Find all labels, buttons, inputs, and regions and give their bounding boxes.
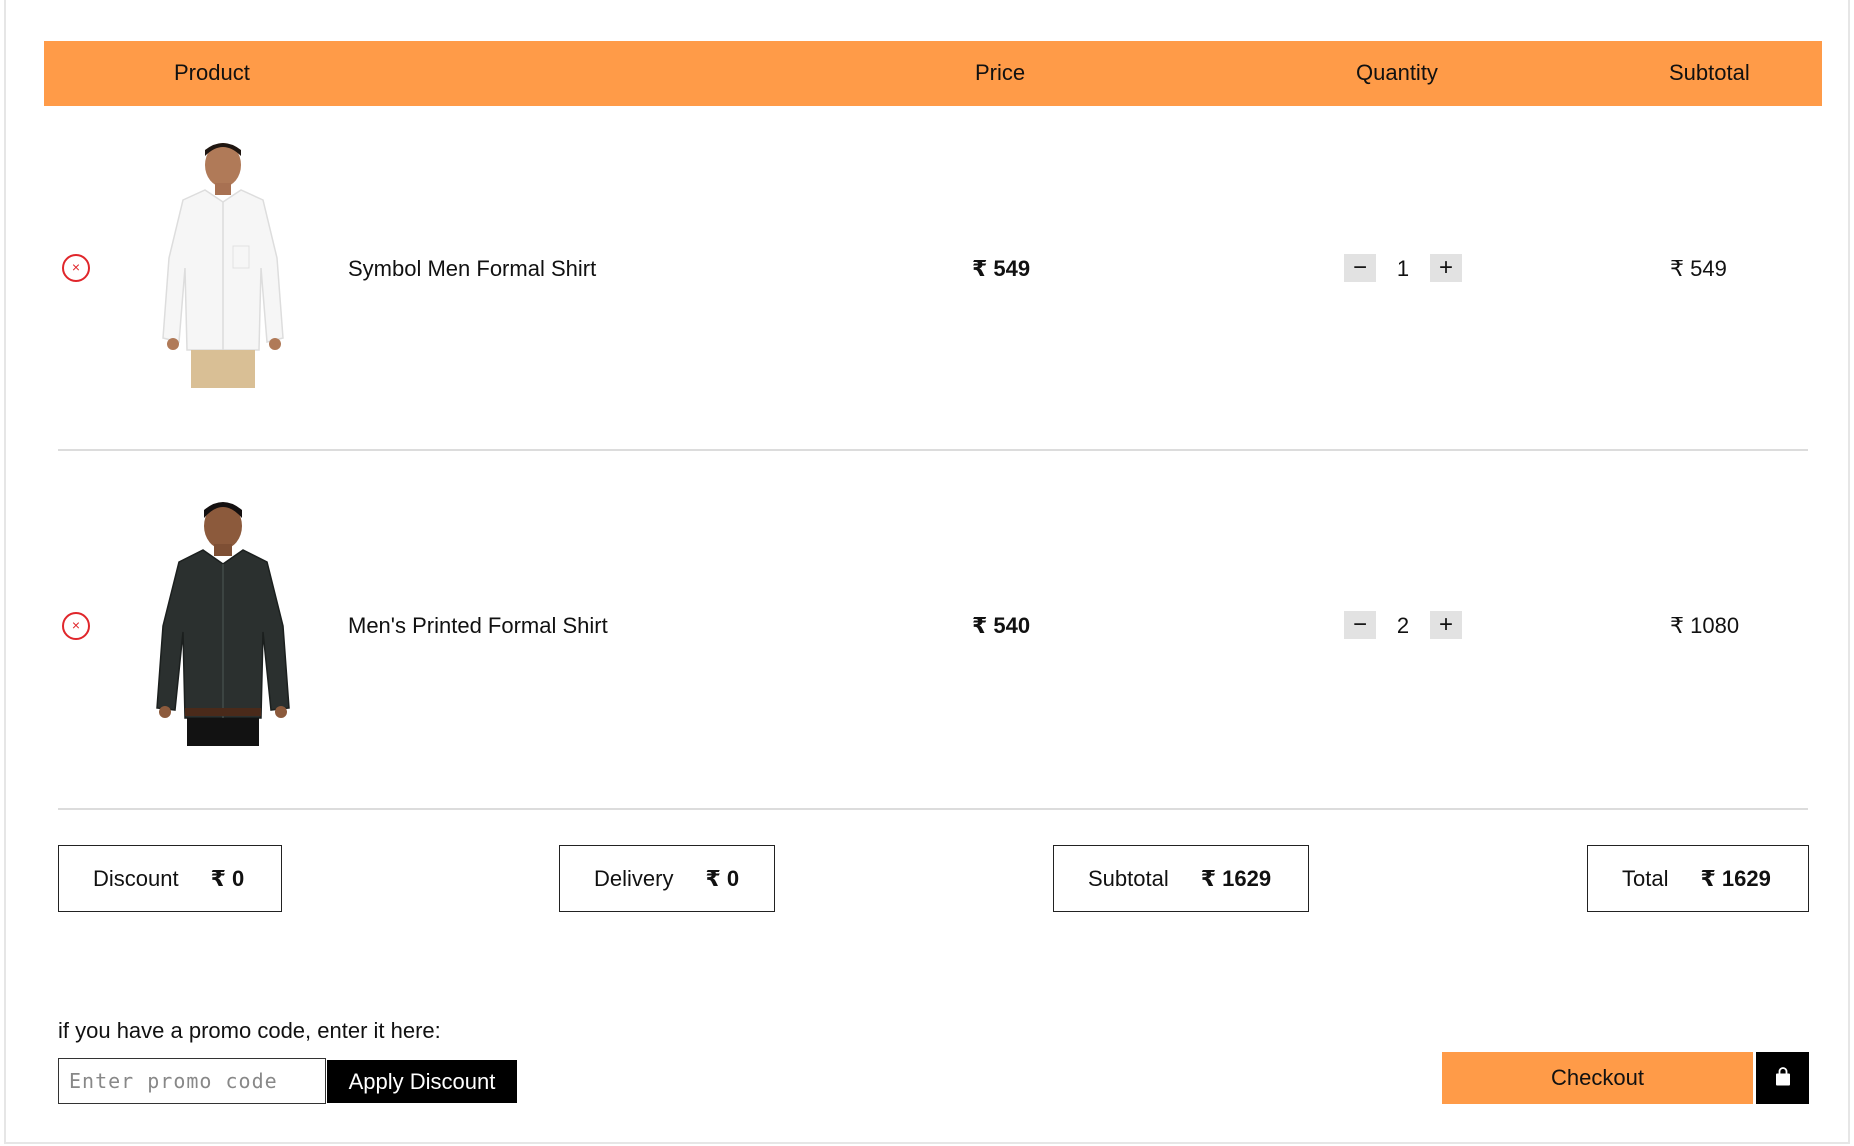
delivery-summary: Delivery ₹ 0 — [559, 845, 775, 912]
checkout-button[interactable]: Checkout — [1442, 1052, 1753, 1104]
delivery-label: Delivery — [594, 865, 674, 891]
total-summary: Total ₹ 1629 — [1587, 845, 1809, 912]
subtotal-value: ₹ 1629 — [1200, 865, 1272, 891]
total-value: ₹ 1629 — [1700, 865, 1771, 891]
remove-item-button[interactable]: × — [62, 612, 90, 640]
header-subtotal: Subtotal — [1669, 60, 1750, 85]
decrease-quantity-button[interactable]: − — [1344, 254, 1376, 282]
item-subtotal: ₹ 1080 — [1670, 613, 1740, 638]
discount-label: Discount — [93, 865, 179, 891]
cart-row: × Symbol Men Formal Shirt ₹ 549 − 1 + ₹ … — [58, 106, 1808, 464]
increase-quantity-button[interactable]: + — [1430, 611, 1462, 639]
header-quantity: Quantity — [1356, 60, 1438, 85]
quantity-value: 2 — [1396, 613, 1410, 638]
quantity-stepper: − 2 + — [1344, 611, 1474, 641]
discount-value: ₹ 0 — [210, 865, 245, 891]
header-price: Price — [975, 60, 1026, 85]
apply-discount-button[interactable]: Apply Discount — [327, 1060, 517, 1103]
cart-table-header: Product Price Quantity Subtotal — [44, 41, 1822, 106]
subtotal-summary: Subtotal ₹ 1629 — [1053, 845, 1309, 912]
product-name[interactable]: Men's Printed Formal Shirt — [348, 613, 608, 639]
quantity-value: 1 — [1396, 256, 1410, 281]
cart-row: × Men's Printed Formal Shirt ₹ 540 − 2 +… — [58, 450, 1808, 808]
increase-quantity-button[interactable]: + — [1430, 254, 1462, 282]
product-price: ₹ 540 — [972, 613, 1031, 638]
discount-summary: Discount ₹ 0 — [58, 845, 282, 912]
item-subtotal: ₹ 549 — [1670, 256, 1727, 281]
decrease-quantity-button[interactable]: − — [1344, 611, 1376, 639]
shopping-bag-button[interactable] — [1756, 1052, 1809, 1104]
subtotal-label: Subtotal — [1088, 865, 1169, 891]
total-label: Total — [1622, 865, 1669, 891]
row-divider — [58, 808, 1808, 810]
promo-code-input[interactable] — [58, 1058, 326, 1104]
remove-item-button[interactable]: × — [62, 254, 90, 282]
product-price: ₹ 549 — [972, 256, 1031, 281]
quantity-stepper: − 1 + — [1344, 254, 1474, 284]
product-image — [143, 138, 303, 388]
header-product: Product — [174, 60, 250, 85]
product-image — [143, 496, 303, 746]
promo-code-label: if you have a promo code, enter it here: — [58, 1018, 441, 1043]
product-name[interactable]: Symbol Men Formal Shirt — [348, 256, 596, 282]
delivery-value: ₹ 0 — [705, 865, 740, 891]
shopping-bag-icon — [1776, 1067, 1790, 1086]
